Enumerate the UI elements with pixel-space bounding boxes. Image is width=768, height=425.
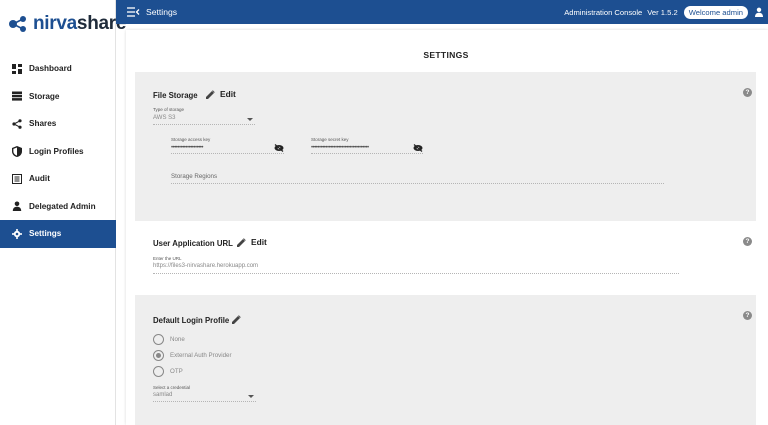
chevron-down-icon <box>248 395 254 398</box>
top-bar: Settings Administration Console Ver 1.5.… <box>116 0 768 24</box>
storage-regions-underline <box>171 183 664 184</box>
page-title: SETTINGS <box>423 50 469 60</box>
help-icon[interactable]: ? <box>743 311 752 320</box>
url-label: Enter the URL <box>153 256 182 261</box>
url-field[interactable]: https://files3-nirvashare.herokuapp.com <box>153 263 258 269</box>
file-storage-title: File Storage <box>153 91 198 100</box>
sidebar-item-dashboard[interactable]: Dashboard <box>0 55 116 83</box>
sidebar: nirvashare Dashboard Storage Shares Logi… <box>0 0 126 425</box>
nirvashare-logo[interactable]: nirvashare <box>8 12 126 36</box>
sidebar-item-label: Storage <box>29 91 60 101</box>
secret-key-field[interactable]: •••••••••••••••••••••••••••••••••••• <box>311 145 369 151</box>
logo-text: nirvashare <box>33 13 127 34</box>
radio-button[interactable] <box>153 366 164 377</box>
radio-button[interactable] <box>153 334 164 345</box>
list-icon <box>11 173 22 184</box>
storage-type-label: Type of storage <box>153 107 185 112</box>
radio-label: None <box>170 336 185 343</box>
person-icon <box>11 201 22 212</box>
access-key-label: Storage access key <box>171 137 211 142</box>
topbar-title: Settings <box>146 7 178 17</box>
sidebar-item-storage[interactable]: Storage <box>0 83 116 111</box>
main-content: SETTINGS File Storage Edit ? Type of sto… <box>126 30 768 425</box>
sidebar-item-label: Login Profiles <box>29 146 84 156</box>
sidebar-item-settings[interactable]: Settings <box>0 220 116 248</box>
storage-type-select[interactable]: AWS S3 <box>153 115 175 121</box>
credential-underline <box>153 401 256 402</box>
dashboard-icon <box>11 63 22 74</box>
share-logo-icon <box>9 16 26 32</box>
eye-off-icon[interactable] <box>274 144 284 152</box>
sidebar-item-label: Shares <box>29 119 57 129</box>
gear-icon <box>11 228 22 239</box>
radio-option-external-auth[interactable]: External Auth Provider <box>153 350 232 361</box>
pencil-icon[interactable] <box>232 315 241 324</box>
topbar-right: Administration Console Ver 1.5.2 Welcome… <box>564 0 764 24</box>
edit-label: Edit <box>251 237 267 247</box>
radio-button[interactable] <box>153 350 164 361</box>
file-storage-edit-button[interactable]: Edit <box>206 89 236 99</box>
sidebar-item-delegated-admin[interactable]: Delegated Admin <box>0 193 116 221</box>
chevron-down-icon <box>247 118 253 121</box>
default-login-card: Default Login Profile ? None External Au… <box>135 295 756 425</box>
credential-select[interactable]: samlad <box>153 392 172 398</box>
sidebar-item-label: Dashboard <box>29 64 72 74</box>
user-icon[interactable] <box>754 7 764 17</box>
sidebar-item-login-profiles[interactable]: Login Profiles <box>0 138 116 166</box>
default-login-title: Default Login Profile <box>153 316 230 325</box>
storage-icon <box>11 91 22 102</box>
storage-type-underline <box>153 124 255 125</box>
sidebar-item-label: Settings <box>29 229 62 239</box>
welcome-badge[interactable]: Welcome admin <box>683 5 748 19</box>
edit-label: Edit <box>220 89 236 99</box>
radio-label: OTP <box>170 368 183 375</box>
sidebar-item-shares[interactable]: Shares <box>0 110 116 138</box>
pencil-icon <box>206 89 215 99</box>
help-icon[interactable]: ? <box>743 237 752 246</box>
pencil-icon <box>237 237 246 247</box>
radio-label: External Auth Provider <box>170 352 232 359</box>
credential-label: Select a credential <box>153 385 191 390</box>
file-storage-card: File Storage Edit ? Type of storage AWS … <box>135 72 756 221</box>
help-icon[interactable]: ? <box>743 88 752 97</box>
share-icon <box>11 118 22 129</box>
eye-off-icon[interactable] <box>413 144 423 152</box>
storage-regions-field[interactable]: Storage Regions <box>171 173 217 180</box>
access-key-field[interactable]: •••••••••••••••••••• <box>171 145 204 151</box>
radio-selected-dot <box>156 353 161 358</box>
version-label: Ver 1.5.2 <box>647 7 678 17</box>
sidebar-item-label: Audit <box>29 174 50 184</box>
sidebar-item-audit[interactable]: Audit <box>0 165 116 193</box>
user-app-url-card: User Application URL Edit ? Enter the UR… <box>135 221 756 295</box>
url-underline <box>153 273 679 274</box>
secret-key-label: Storage secret key <box>311 137 349 142</box>
admin-console-label: Administration Console <box>564 7 643 17</box>
sidebar-item-label: Delegated Admin <box>29 201 96 211</box>
menu-collapse-icon[interactable] <box>127 7 140 17</box>
user-app-url-title: User Application URL <box>153 239 233 248</box>
sidebar-nav: Dashboard Storage Shares Login Profiles … <box>0 55 116 248</box>
shield-icon <box>11 145 22 157</box>
radio-option-none[interactable]: None <box>153 334 185 345</box>
secret-key-underline <box>311 153 423 154</box>
access-key-underline <box>171 153 284 154</box>
radio-option-otp[interactable]: OTP <box>153 366 183 377</box>
user-app-url-edit-button[interactable]: Edit <box>237 237 267 247</box>
